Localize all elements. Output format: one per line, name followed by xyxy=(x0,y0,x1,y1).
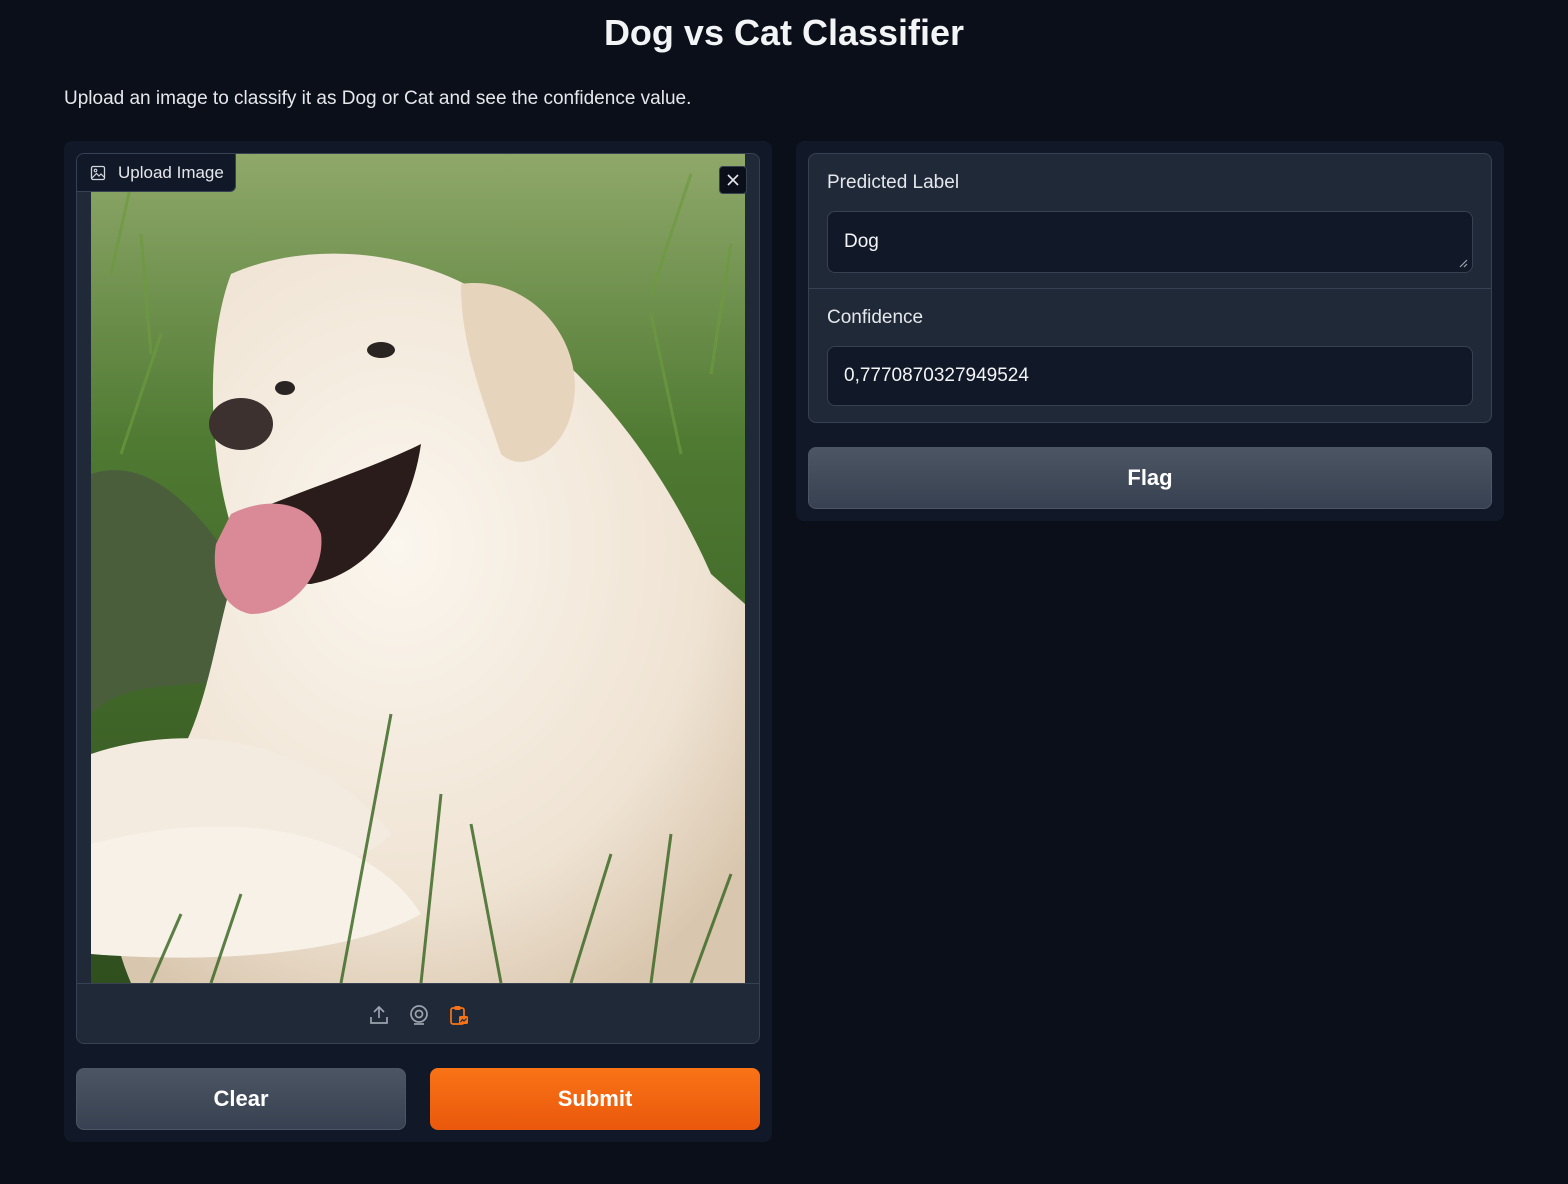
clear-button[interactable]: Clear xyxy=(76,1068,406,1130)
page-title: Dog vs Cat Classifier xyxy=(603,12,965,53)
resize-handle-icon[interactable] xyxy=(1458,258,1468,268)
submit-button[interactable]: Submit xyxy=(430,1068,760,1130)
output-column: Predicted Label Dog Confidence 0,7770870… xyxy=(796,141,1504,521)
clipboard-icon xyxy=(450,1005,468,1025)
dog-photo xyxy=(91,154,745,983)
image-upload-label-text: Upload Image xyxy=(118,162,224,182)
confidence-title: Confidence xyxy=(827,307,924,328)
webcam-source-button[interactable] xyxy=(407,1003,431,1027)
output-fields: Predicted Label Dog Confidence 0,7770870… xyxy=(808,153,1492,423)
clipboard-source-button[interactable] xyxy=(447,1003,471,1027)
upload-source-button[interactable] xyxy=(367,1003,391,1027)
close-icon xyxy=(727,174,739,186)
predicted-label-value: Dog xyxy=(844,231,879,252)
predicted-label-textbox[interactable]: Dog xyxy=(827,211,1473,273)
image-upload-label: Upload Image xyxy=(77,154,236,192)
image-upload[interactable]: Upload Image xyxy=(76,153,760,1044)
confidence-textbox[interactable]: 0,7770870327949524 xyxy=(827,346,1473,406)
flag-button[interactable]: Flag xyxy=(808,447,1492,509)
input-column: Upload Image Clear Submit xyxy=(64,141,772,1142)
image-source-toolbar xyxy=(77,983,759,1043)
uploaded-image xyxy=(91,154,745,983)
image-icon xyxy=(90,165,106,180)
webcam-icon xyxy=(410,1004,428,1025)
upload-icon xyxy=(370,1005,388,1024)
remove-image-button[interactable] xyxy=(719,166,747,194)
page-description: Upload an image to classify it as Dog or… xyxy=(64,88,692,109)
confidence-value: 0,7770870327949524 xyxy=(844,365,1029,386)
predicted-label-block: Predicted Label Dog xyxy=(809,154,1491,289)
predicted-label-title: Predicted Label xyxy=(827,172,960,193)
confidence-block: Confidence 0,7770870327949524 xyxy=(809,289,1491,422)
